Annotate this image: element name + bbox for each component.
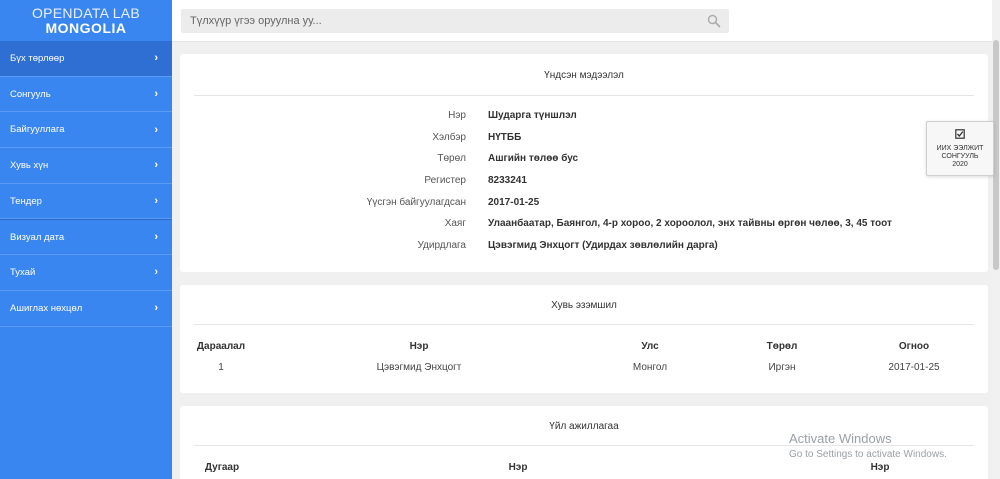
election-2020-button[interactable]: ИИХ ЭЭЛЖИТ СОНГУУЛЬ 2020 [926,121,994,176]
sidebar-item-label: Визуал дата [10,231,65,243]
column-header-date: Огноо [898,341,930,352]
sidebar-item-label: Бүх төрлөөр [10,52,65,64]
info-row-address: Хаяг Улаанбаатар, Баянгол, 4-р хороо, 2 … [180,218,988,234]
table-cell: Монгол [632,362,668,373]
info-value: Ашгийн төлөө бус [488,153,579,164]
sidebar-item-organization[interactable]: Байгууллага › [0,112,172,149]
info-label: Нэр [448,110,466,121]
sidebar-item-about[interactable]: Тухай › [0,255,172,291]
search-input[interactable] [181,9,729,33]
card-title: Үндсэн мэдээлэл [544,70,624,81]
column-header-country: Улс [641,341,659,352]
sidebar-item-all-types[interactable]: Бүх төрлөөр › [0,41,172,77]
card-title: Хувь эзэмшил [551,300,617,311]
sidebar-item-visual-data[interactable]: Визуал дата › [0,219,172,256]
search-icon[interactable] [707,14,721,28]
checkbox-icon [955,129,965,139]
table-cell: 2017-01-25 [888,362,940,373]
table-cell: 1 [218,362,224,373]
column-header-order: Дараалал [196,341,246,352]
sidebar-item-label: Тухай [10,266,36,278]
basic-info-card: Үндсэн мэдээлэл Нэр Шударга түншлэл Хэлб… [180,54,988,272]
info-label: Үүсгэн байгуулагдсан [366,197,466,208]
info-value: Цэвэгмид Энхцогт (Удирдах зөвлөлийн дарг… [488,240,718,251]
windows-activation-watermark: Activate Windows Go to Settings to activ… [789,431,947,460]
info-value: 8233241 [488,175,527,186]
column-header-name-2: Нэр [870,462,890,473]
chevron-right-icon: › [154,302,158,315]
sidebar-item-label: Тендер [10,195,42,207]
page-scrollbar[interactable] [992,0,1000,479]
chevron-right-icon: › [154,195,158,208]
brand-logo[interactable]: OPENDATA LAB MONGOLIA [0,0,172,41]
info-label: Төрөл [437,153,466,164]
info-row-name: Нэр Шударга түншлэл [180,110,988,126]
info-value: 2017-01-25 [488,197,540,208]
sidebar-item-label: Сонгууль [10,88,51,100]
info-label: Хэлбэр [432,132,466,143]
column-header-name: Нэр [508,462,528,473]
election-label-line1: ИИХ ЭЭЛЖИТ [936,145,984,152]
sidebar-item-terms[interactable]: Ашиглах нөхцөл › [0,291,172,327]
sidebar-item-tender[interactable]: Тендер › [0,184,172,220]
election-label-line2: СОНГУУЛЬ [941,153,979,160]
chevron-right-icon: › [154,52,158,65]
info-label: Регистер [424,175,466,186]
chevron-right-icon: › [154,88,158,101]
chevron-right-icon: › [154,123,158,136]
chevron-right-icon: › [154,266,158,279]
info-value: НҮТББ [488,132,522,143]
info-row-form: Хэлбэр НҮТББ [180,132,988,148]
sidebar-item-label: Ашиглах нөхцөл [10,302,83,314]
column-header-type: Төрөл [766,341,798,352]
election-label-line3: 2020 [952,161,968,168]
info-row-founded: Үүсгэн байгуулагдсан 2017-01-25 [180,197,988,213]
sidebar-item-election[interactable]: Сонгууль › [0,77,172,113]
watermark-subtitle: Go to Settings to activate Windows. [789,449,947,460]
info-label: Хаяг [444,218,466,229]
table-cell: Цэвэгмид Энхцогт [376,362,462,373]
watermark-title: Activate Windows [789,431,892,446]
sidebar-item-label: Байгууллага [10,124,65,136]
column-header-number: Дугаар [204,462,240,473]
chevron-right-icon: › [154,159,158,172]
column-header-name: Нэр [409,341,429,352]
table-cell: Иргэн [768,362,796,373]
divider [194,324,974,325]
info-row-management: Удирдлага Цэвэгмид Энхцогт (Удирдах зөвл… [180,240,988,256]
sidebar: OPENDATA LAB MONGOLIA Бүх төрлөөр › Сонг… [0,0,172,479]
info-label: Удирдлага [417,240,466,251]
brand-top-text: OPENDATA LAB [31,5,141,21]
brand-bottom-text: MONGOLIA [45,20,127,36]
sidebar-item-label: Хувь хүн [10,159,49,171]
info-value: Улаанбаатар, Баянгол, 4-р хороо, 2 хороо… [488,218,892,229]
sidebar-item-individual[interactable]: Хувь хүн › [0,148,172,184]
ownership-card: Хувь эзэмшил Дараалал Нэр Улс Төрөл Огно… [180,285,988,393]
chevron-right-icon: › [154,231,158,244]
top-bar [172,0,992,42]
info-value: Шударга түншлэл [488,110,577,121]
info-row-type: Төрөл Ашгийн төлөө бус [180,153,988,169]
divider [194,95,974,96]
info-row-register: Регистер 8233241 [180,175,988,191]
